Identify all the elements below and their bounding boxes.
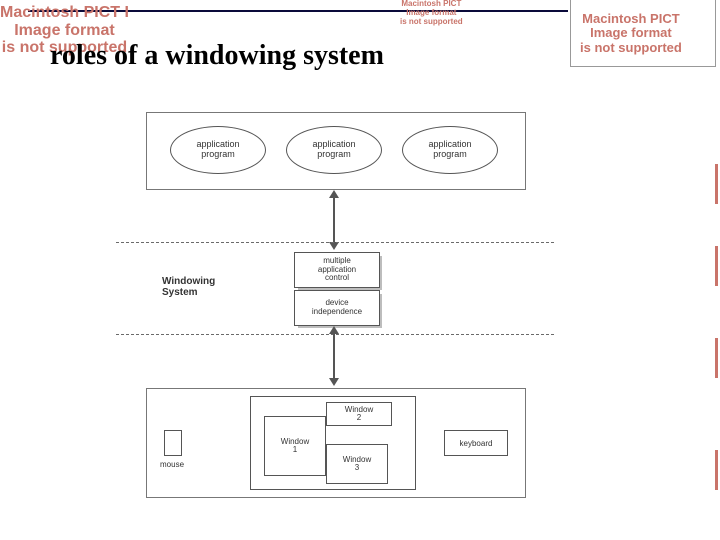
sidebar-ornament-3 (715, 338, 718, 378)
window-3-label: Window3 (343, 456, 371, 472)
middle-box-multiple-app-control: multipleapplicationcontrol (294, 252, 380, 288)
arrow-bottom (333, 328, 335, 384)
arrow-bottom-head-up (329, 326, 339, 334)
app-label-2: applicationprogram (312, 140, 355, 160)
mouse-icon (164, 430, 182, 456)
mouse-label: mouse (160, 460, 184, 469)
middle-box-2-label: deviceindependence (312, 299, 362, 317)
app-label-1: applicationprogram (196, 140, 239, 160)
middle-box-1-label: multipleapplicationcontrol (318, 257, 356, 283)
window-2-label: Window2 (345, 406, 373, 422)
arrow-top-head-down (329, 242, 339, 250)
windowing-system-label: WindowingSystem (162, 276, 215, 298)
arrow-top-head-up (329, 190, 339, 198)
pict-error-top-right: Macintosh PICTImage formatis not support… (580, 12, 682, 55)
sidebar-ornament-2 (715, 246, 718, 286)
separator-bottom (116, 334, 554, 335)
app-label-3: applicationprogram (428, 140, 471, 160)
application-program-2: applicationprogram (286, 126, 382, 174)
sidebar-ornament-4 (715, 450, 718, 490)
window-1: Window1 (264, 416, 326, 476)
separator-top (116, 242, 554, 243)
window-3: Window3 (326, 444, 388, 484)
keyboard-box: keyboard (444, 430, 508, 456)
pict-error-top-center: Macintosh PICTImage formatis not support… (400, 0, 463, 26)
arrow-bottom-head-down (329, 378, 339, 386)
diagram-container: applicationprogram applicationprogram ap… (116, 112, 554, 512)
keyboard-label: keyboard (460, 439, 493, 448)
page-title: roles of a windowing system (50, 40, 384, 72)
window-1-label: Window1 (281, 438, 309, 454)
window-2: Window2 (326, 402, 392, 426)
arrow-top (333, 192, 335, 248)
middle-box-device-independence: deviceindependence (294, 290, 380, 326)
sidebar-ornament-1 (715, 164, 718, 204)
application-program-1: applicationprogram (170, 126, 266, 174)
application-program-3: applicationprogram (402, 126, 498, 174)
